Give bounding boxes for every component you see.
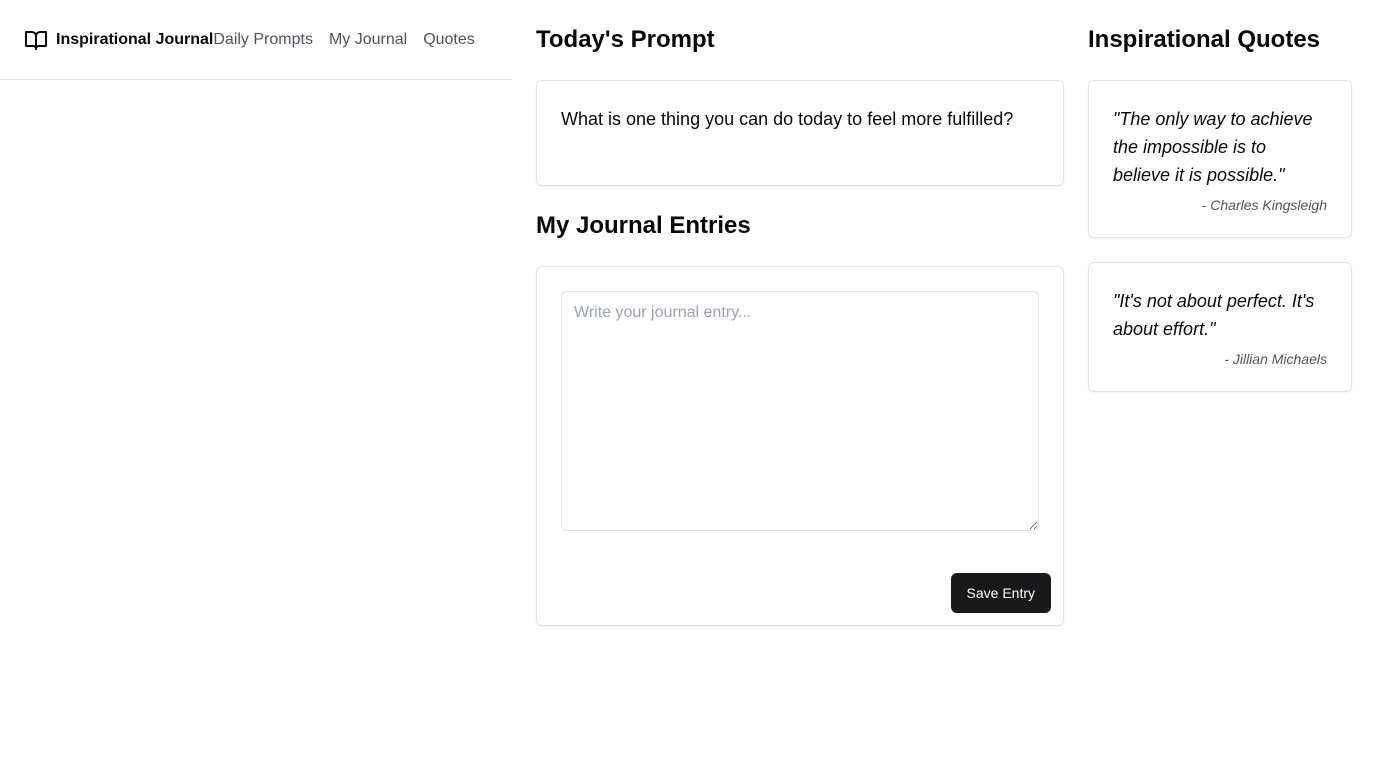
nav-link-my-journal[interactable]: My Journal: [329, 31, 407, 49]
save-entry-button[interactable]: Save Entry: [950, 573, 1051, 613]
book-open-icon: [24, 28, 48, 52]
quote-text: "It's not about perfect. It's about effo…: [1113, 291, 1315, 339]
prompt-card: What is one thing you can do today to fe…: [536, 80, 1064, 186]
quote-text: "The only way to achieve the impossible …: [1113, 109, 1313, 185]
journal-entry-card: Save Entry: [536, 266, 1064, 626]
quote-card: "The only way to achieve the impossible …: [1088, 80, 1352, 238]
quotes-section-title: Inspirational Quotes: [1088, 26, 1321, 53]
journal-entry-input[interactable]: [561, 291, 1039, 531]
quote-card: "It's not about perfect. It's about effo…: [1088, 262, 1352, 392]
top-nav-bar: Inspirational Journal Daily Prompts My J…: [0, 0, 512, 80]
main-content: Today's Prompt What is one thing you can…: [536, 24, 1064, 626]
main-nav: Daily Prompts My Journal Quotes: [213, 31, 474, 49]
prompt-text: What is one thing you can do today to fe…: [561, 109, 1014, 129]
quote-author: - Charles Kingsleigh: [1201, 197, 1327, 213]
prompt-section-title: Today's Prompt: [536, 26, 715, 53]
brand[interactable]: Inspirational Journal: [24, 28, 213, 52]
brand-name: Inspirational Journal: [56, 30, 214, 48]
quotes-sidebar: Inspirational Quotes "The only way to ac…: [1088, 24, 1352, 392]
nav-link-quotes[interactable]: Quotes: [423, 31, 475, 49]
journal-section-title: My Journal Entries: [536, 212, 751, 239]
quote-author: - Jillian Michaels: [1224, 351, 1327, 367]
nav-link-daily-prompts[interactable]: Daily Prompts: [213, 31, 313, 49]
